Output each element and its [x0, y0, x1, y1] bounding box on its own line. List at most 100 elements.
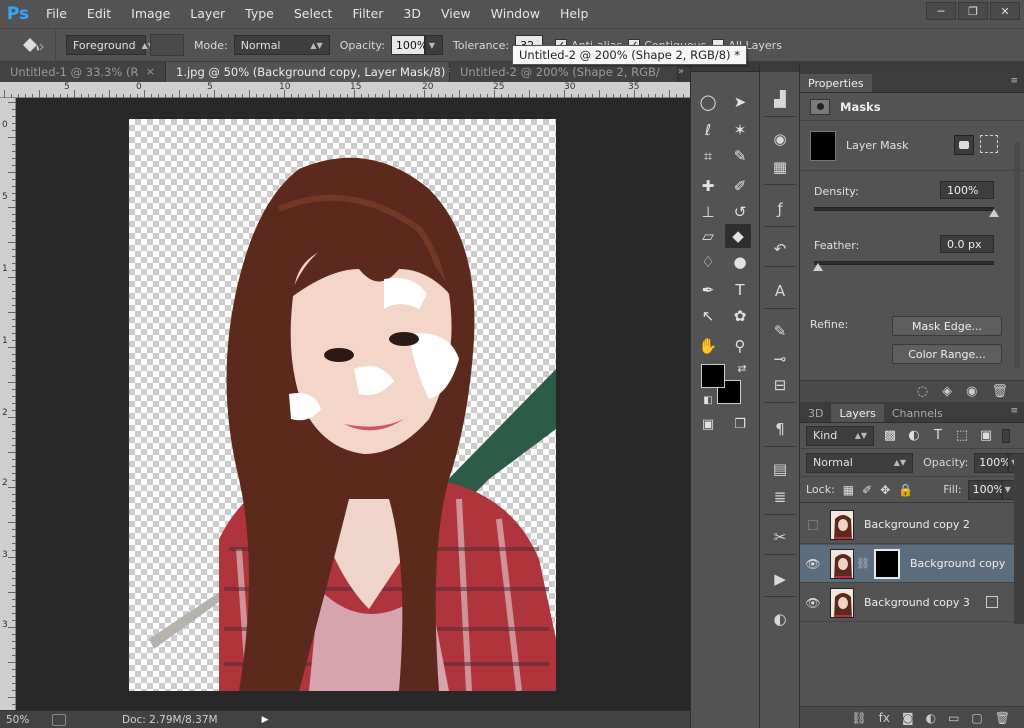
histogram-icon[interactable]: ▟	[766, 86, 794, 112]
lasso-tool-icon[interactable]: ℓ	[695, 118, 721, 142]
menu-help[interactable]: Help	[550, 0, 599, 28]
paragraph-icon[interactable]: ¶	[766, 416, 794, 442]
load-selection-icon[interactable]: ◌	[917, 384, 928, 399]
menu-layer[interactable]: Layer	[180, 0, 235, 28]
layer-row-background-copy[interactable]: 👁 ⛓ Background copy	[800, 545, 1014, 583]
close-icon[interactable]: ×	[146, 62, 155, 82]
history-brush-icon[interactable]: ↺	[727, 200, 753, 224]
layer-row-background-copy-3[interactable]: 👁 Background copy 3	[800, 584, 1014, 622]
layer-opacity-input[interactable]: 100%	[974, 452, 1011, 473]
status-menu-arrow[interactable]: ▶	[262, 715, 269, 725]
feather-input[interactable]: 0.0 px	[940, 235, 994, 253]
pen-tool-icon[interactable]: ✒	[695, 278, 721, 302]
blend-mode-dropdown[interactable]: Normal ▲▼	[806, 452, 914, 473]
info-icon[interactable]: ≣	[766, 484, 794, 510]
lock-all-icon[interactable]: 🔒	[898, 483, 913, 497]
eraser-tool-icon[interactable]: ▱	[695, 224, 721, 248]
layers-scrollbar[interactable]	[1014, 454, 1024, 624]
menu-image[interactable]: Image	[121, 0, 180, 28]
tab-properties[interactable]: Properties	[800, 74, 872, 92]
hand-tool-icon[interactable]: ✋	[695, 334, 721, 358]
styles-icon[interactable]: ƒ	[766, 196, 794, 222]
opacity-input[interactable]: 100%	[390, 35, 427, 55]
tab-channels[interactable]: Channels	[884, 404, 951, 422]
foreground-color-swatch[interactable]	[701, 364, 725, 388]
document-canvas[interactable]	[129, 119, 556, 691]
quick-mask-icon[interactable]: ▣	[695, 412, 721, 436]
zoom-level[interactable]: 50%	[0, 714, 44, 726]
vector-mask-icon[interactable]	[980, 135, 998, 153]
eyedropper-icon[interactable]: ✎	[727, 144, 753, 168]
fill-input[interactable]: 100%	[967, 479, 1004, 500]
canvas-area[interactable]	[16, 98, 690, 710]
smart-object-filter-icon[interactable]: ▣	[978, 428, 994, 443]
healing-brush-icon[interactable]: ✚	[695, 174, 721, 198]
density-slider-thumb[interactable]	[989, 209, 999, 217]
layer-name[interactable]: Background copy	[910, 557, 1005, 570]
visibility-icon[interactable]: ◉	[966, 384, 977, 399]
blur-tool-icon[interactable]: ♢	[695, 250, 721, 274]
menu-3d[interactable]: 3D	[393, 0, 431, 28]
panel-menu-icon[interactable]: ≡	[1010, 406, 1018, 416]
color-range-button[interactable]: Color Range...	[892, 344, 1002, 364]
adjustment-filter-icon[interactable]: ◐	[906, 428, 922, 443]
mask-edge-button[interactable]: Mask Edge...	[892, 316, 1002, 336]
layer-row-background-copy-2[interactable]: Background copy 2	[800, 506, 1014, 544]
tools-clone-icon[interactable]: ✂	[766, 524, 794, 550]
tool-preset-picker[interactable]	[8, 30, 56, 60]
timeline-icon[interactable]: ◐	[766, 606, 794, 632]
eye-icon[interactable]: 👁	[800, 557, 826, 571]
history-icon[interactable]: ↶	[766, 236, 794, 262]
minimize-button[interactable]: ─	[926, 2, 956, 20]
crop-tool-icon[interactable]: ⌗	[695, 144, 721, 168]
filter-toggle[interactable]	[1002, 428, 1010, 443]
brush-presets-icon[interactable]: ✎	[766, 318, 794, 344]
lock-position-icon[interactable]: ✥	[880, 483, 890, 497]
mode-dropdown[interactable]: Normal ▲▼	[233, 35, 330, 55]
restore-button[interactable]: ❐	[958, 2, 988, 20]
menu-select[interactable]: Select	[284, 0, 343, 28]
layer-name[interactable]: Background copy 2	[864, 518, 970, 531]
shape-filter-icon[interactable]: ⬚	[954, 428, 970, 443]
default-colors-icon[interactable]: ◧	[695, 388, 721, 412]
add-mask-icon[interactable]: ◙	[902, 711, 914, 725]
filter-kind-dropdown[interactable]: Kind ▲▼	[806, 425, 874, 446]
panel-menu-icon[interactable]: ≡	[1010, 76, 1018, 86]
clone-stamp-icon[interactable]: ⊥	[695, 200, 721, 224]
type-filter-icon[interactable]: T	[930, 428, 946, 443]
adjustments-icon[interactable]: ⊸	[766, 346, 794, 372]
marquee-tool-icon[interactable]: ◯	[695, 90, 721, 114]
swap-colors-icon[interactable]: ⇄	[729, 356, 755, 380]
menu-type[interactable]: Type	[235, 0, 284, 28]
lock-transparent-icon[interactable]: ▦	[843, 483, 854, 497]
opacity-slider-button[interactable]: ▼	[424, 35, 443, 55]
eye-icon[interactable]: 👁	[800, 596, 826, 610]
visibility-toggle-off[interactable]	[800, 519, 826, 530]
lock-pixels-icon[interactable]: ✐	[862, 483, 872, 497]
doc-info-icon[interactable]	[52, 713, 66, 726]
layer-name[interactable]: Background copy 3	[864, 596, 970, 609]
actions-icon[interactable]: ▶	[766, 566, 794, 592]
apply-mask-icon[interactable]: ◈	[942, 384, 952, 399]
more-tabs-icon[interactable]: »	[678, 62, 684, 82]
pixel-mask-icon[interactable]	[954, 135, 974, 155]
menu-filter[interactable]: Filter	[342, 0, 393, 28]
menu-file[interactable]: File	[36, 0, 77, 28]
layer-mask-thumbnail[interactable]	[873, 548, 900, 579]
close-button[interactable]: ✕	[990, 2, 1020, 20]
density-slider-track[interactable]	[814, 207, 994, 211]
adjustment-layer-icon[interactable]: ◐	[926, 711, 936, 725]
fill-source-dropdown[interactable]: Foreground ▲▼	[66, 35, 154, 55]
density-input[interactable]: 100%	[940, 181, 994, 199]
screen-mode-icon[interactable]: ❐	[727, 412, 753, 436]
properties-scrollbar[interactable]	[1014, 142, 1020, 368]
tool-presets-icon[interactable]: ⊟	[766, 372, 794, 398]
swatches-icon[interactable]: ▦	[766, 154, 794, 180]
delete-layer-icon[interactable]: 🗑	[995, 711, 1010, 725]
tab-untitled-2[interactable]: Untitled-2 @ 200% (Shape 2, RGB/8)	[450, 62, 678, 82]
tab-layers[interactable]: Layers	[831, 404, 884, 422]
dodge-tool-icon[interactable]: ●	[727, 250, 753, 274]
menu-view[interactable]: View	[431, 0, 481, 28]
character-icon[interactable]: A	[766, 278, 794, 304]
paint-bucket-icon[interactable]: ◆	[725, 224, 751, 248]
